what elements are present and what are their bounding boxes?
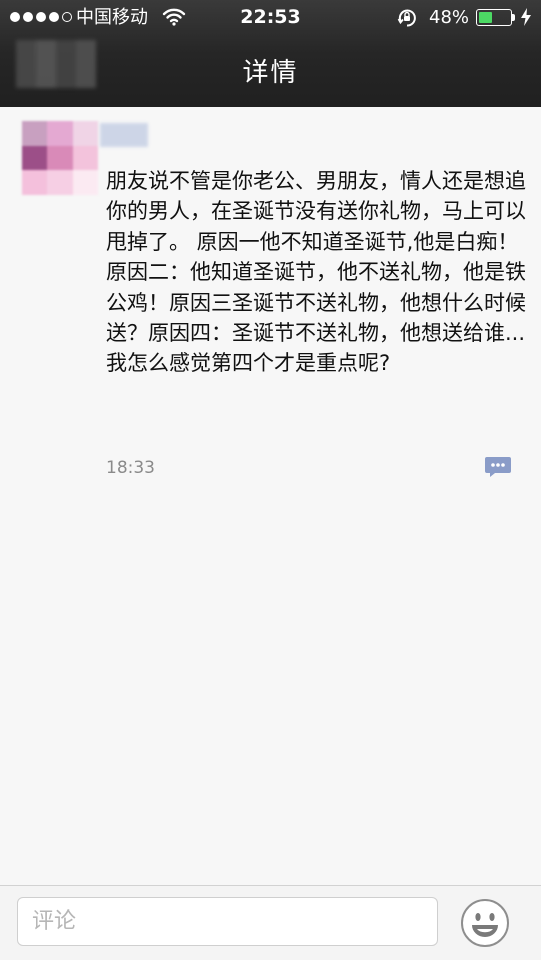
username[interactable]	[100, 123, 148, 147]
post-timestamp: 18:33	[106, 458, 155, 478]
rotation-lock-icon	[397, 9, 416, 27]
battery-level	[479, 12, 493, 23]
comment-input[interactable]	[17, 897, 438, 946]
bolt-icon	[521, 8, 531, 26]
battery-tip	[512, 14, 515, 21]
post-text: 朋友说不管是你老公、男朋友，情人还是想追你的男人，在圣诞节没有送你礼物，马上可以…	[106, 169, 526, 376]
page-title: 详情	[242, 58, 299, 88]
battery-percent: 48%	[429, 7, 470, 28]
comment-bubble-icon[interactable]	[484, 455, 512, 479]
status-bar: 中国移动 22:53 48%	[0, 0, 541, 36]
comment-bar	[0, 885, 541, 960]
avatar[interactable]	[22, 121, 98, 195]
emoji-smiley-icon[interactable]	[460, 898, 510, 948]
battery-icon	[476, 9, 512, 26]
top-bar: 中国移动 22:53 48% 详情	[0, 0, 541, 107]
